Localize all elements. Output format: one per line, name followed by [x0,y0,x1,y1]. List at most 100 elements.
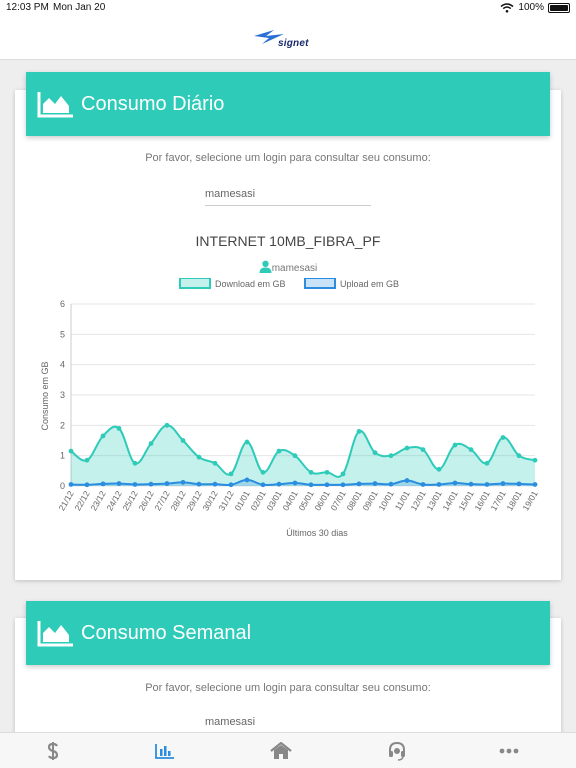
x-tick-label: 29/12 [184,489,203,513]
data-point [228,482,234,488]
x-tick-label: 06/01 [312,489,331,513]
data-point [116,481,122,486]
logo-text: signet [278,38,309,49]
x-tick-label: 30/12 [200,489,219,513]
home-icon [270,742,292,759]
data-point [388,481,394,487]
data-point [500,481,506,486]
data-point [244,477,250,483]
data-point [484,460,490,466]
data-point [324,469,330,475]
data-point [308,482,314,488]
weekly-consumption-card: Consumo Semanal Por favor, selecione um … [15,601,561,738]
tab-consumption[interactable] [150,741,180,761]
x-tick-label: 25/12 [120,489,139,513]
data-point [180,479,186,485]
dollar-icon [47,742,59,760]
data-point [260,469,266,475]
data-point [516,481,522,487]
x-tick-label: 10/01 [376,489,395,513]
x-axis-label: Últimos 30 dias [286,528,348,538]
data-point [244,439,250,445]
data-point [372,481,378,486]
daily-hint: Por favor, selecione um login para consu… [145,152,431,164]
data-point [84,457,90,463]
daily-login-input[interactable] [205,188,371,206]
y-axis-ticks: 0 1 2 3 4 5 6 [60,299,65,491]
x-tick-label: 02/01 [248,489,267,513]
data-point [164,481,170,486]
data-point [516,453,522,459]
user-line: mamesasi [15,260,561,274]
tab-home[interactable] [266,741,296,761]
data-point [452,442,458,448]
daily-card-header: Consumo Diário [26,72,550,136]
data-point [132,482,138,487]
data-point [340,482,346,488]
data-point [180,438,186,443]
y-axis-label: Consumo em GB [40,361,50,430]
battery-icon [548,2,570,13]
x-tick-label: 31/12 [216,489,235,513]
x-tick-label: 28/12 [168,489,187,513]
data-point [228,471,234,477]
x-tick-label: 12/01 [408,489,427,513]
data-point [148,441,154,446]
data-point [452,480,458,486]
daily-card-title: Consumo Diário [81,92,225,115]
y-tick-label: 1 [60,451,65,461]
data-point [68,448,74,454]
legend-swatch [304,278,336,289]
battery-percent: 100% [518,2,544,13]
legend-label: Upload em GB [340,279,399,289]
y-tick-label: 6 [60,299,65,309]
weekly-card-title: Consumo Semanal [81,621,252,644]
x-tick-label: 01/01 [232,489,251,513]
data-point [132,460,138,466]
data-point [196,454,202,460]
x-tick-label: 13/01 [424,489,443,513]
data-point [212,481,218,487]
data-point [484,482,490,487]
x-tick-label: 16/01 [472,489,491,513]
data-point [356,429,362,434]
data-point [100,433,106,439]
data-point [404,445,410,451]
y-tick-label: 5 [60,329,65,339]
x-tick-label: 17/01 [488,489,507,513]
data-point [116,425,122,431]
more-icon [499,748,519,754]
bottom-tab-bar [0,732,576,768]
x-tick-label: 15/01 [456,489,475,513]
data-point [292,480,298,486]
data-point [84,482,90,488]
tab-billing[interactable] [38,741,68,761]
data-point [340,471,346,477]
tab-support[interactable] [382,741,412,761]
x-tick-label: 03/01 [264,489,283,513]
data-point [324,482,330,488]
x-tick-label: 05/01 [296,489,315,513]
brand-logo: signet [252,26,332,52]
data-point [308,469,314,475]
data-point [356,481,362,487]
x-tick-label: 09/01 [360,489,379,513]
data-point [436,466,442,472]
status-right: 100% [500,2,570,13]
user-name: mamesasi [271,263,318,274]
data-point [148,481,154,487]
tab-more[interactable] [494,741,524,761]
daily-consumption-card: Consumo Diário Por favor, selecione um l… [15,72,561,580]
data-point [420,482,426,487]
daily-consumption-chart: 0 1 2 3 4 5 6 21/1222/1223/1224/1225/1226/1227… [40,278,540,538]
x-tick-label: 27/12 [152,489,171,513]
legend-swatch [179,278,211,289]
data-point [68,482,74,487]
weekly-card-header: Consumo Semanal [26,601,550,665]
data-point [372,450,378,456]
battery-fill [550,4,568,11]
x-tick-label: 24/12 [104,489,123,513]
y-tick-label: 4 [60,360,65,370]
y-tick-label: 0 [60,481,65,491]
data-point [532,482,538,487]
